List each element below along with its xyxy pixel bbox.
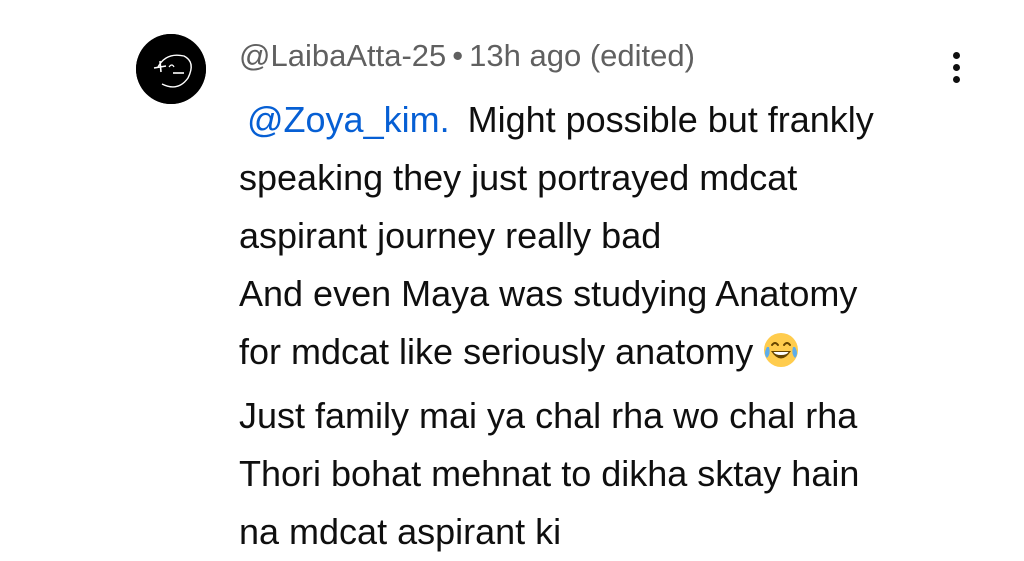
comment-text-5: for mdcat like seriously anatomy: [239, 331, 754, 372]
comment-line-2: speaking they just portrayed mdcat: [239, 157, 798, 198]
comment-line-6: Just family mai ya chal rha wo chal rha: [239, 395, 858, 436]
avatar[interactable]: [136, 34, 206, 104]
more-vertical-icon-dot-3: [952, 75, 960, 83]
mention-link[interactable]: @Zoya_kim.: [247, 99, 450, 140]
more-options-button[interactable]: [940, 42, 972, 92]
comment-body: @Zoya_kim. Might possible but frankly spe…: [239, 91, 999, 561]
comment-line-5: for mdcat like seriously anatomy: [239, 323, 999, 387]
edited-label: (edited): [589, 38, 695, 73]
more-vertical-icon: [952, 51, 960, 59]
author-name[interactable]: @LaibaAtta-25: [239, 38, 446, 73]
comment-line-8: na mdcat aspirant ki: [239, 511, 562, 552]
comment-text-1: Might possible but frankly: [467, 99, 874, 140]
comment-line-7: Thori bohat mehnat to dikha sktay hain: [239, 453, 860, 494]
more-vertical-icon-dot-2: [952, 63, 960, 71]
timestamp[interactable]: 13h ago: [469, 38, 581, 73]
comment-line-1: @Zoya_kim. Might possible but frankly: [239, 91, 999, 149]
comment-line-4: And even Maya was studying Anatomy: [239, 273, 858, 314]
avatar-logo: [136, 34, 206, 104]
comment-header: @LaibaAtta-25 • 13h ago (edited): [239, 36, 695, 76]
laughing-emoji-icon: [761, 329, 801, 387]
separator-dot: •: [452, 38, 464, 73]
comment-line-3: aspirant journey really bad: [239, 215, 662, 256]
